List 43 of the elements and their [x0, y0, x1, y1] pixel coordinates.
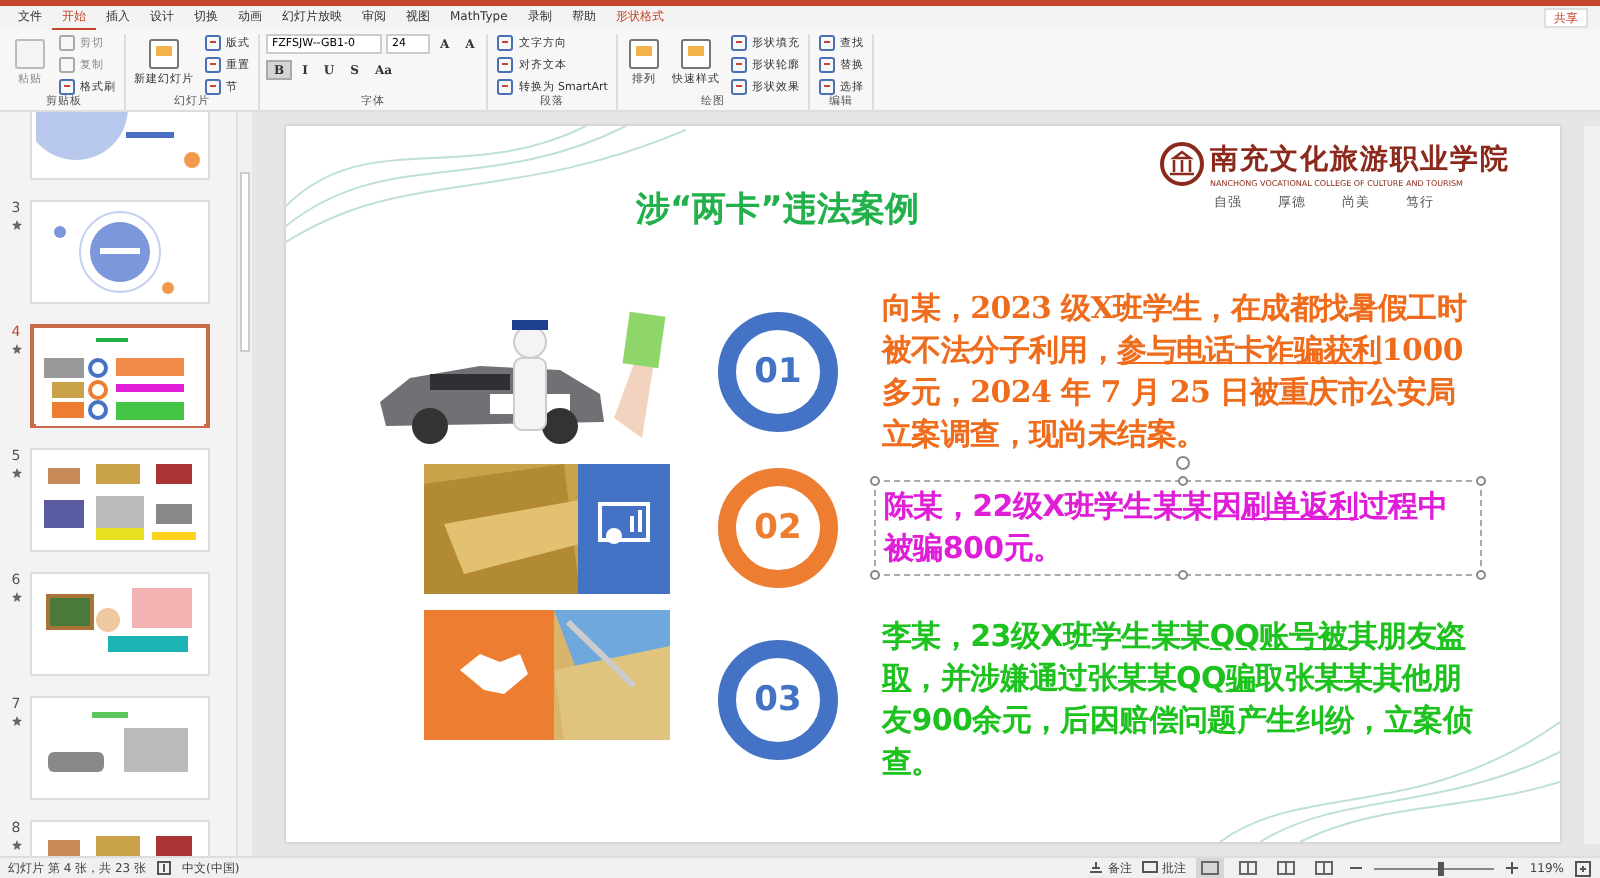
tool-icon: [496, 56, 515, 74]
zoom-in-icon[interactable]: [1503, 860, 1520, 876]
tool-icon: [817, 78, 836, 96]
scrollbar[interactable]: [236, 112, 252, 856]
resize-handle[interactable]: [870, 570, 880, 580]
case-number: 03: [754, 680, 802, 720]
tool-icon: [58, 78, 76, 96]
document-icon: [12, 36, 48, 72]
resize-handle[interactable]: [1476, 570, 1486, 580]
view-icon[interactable]: [1309, 858, 1338, 878]
document-icon: [677, 36, 714, 72]
document-icon: [625, 36, 662, 72]
tool-icon: [496, 78, 515, 96]
tool-icon: [204, 34, 222, 52]
slider-thumb[interactable]: [1437, 861, 1444, 875]
tool-icon: [729, 78, 748, 96]
tool-icon: [729, 34, 748, 52]
tool-icon: [729, 56, 748, 74]
case-number: 02: [754, 508, 802, 548]
comment-icon: [1141, 860, 1158, 876]
fit-to-window-icon[interactable]: [1574, 859, 1592, 877]
tool-icon: [496, 34, 515, 52]
case-text: 向某，2023 级X班学生，在成都找暑假工时被不法分子利用，参与电话卡诈骗获利1000 多元，2024 年 7 月 25 日被重庆市公安局立案调查，现尚未结案。: [882, 288, 1469, 456]
view-icon[interactable]: [1195, 858, 1224, 878]
case-number: 01: [754, 352, 802, 392]
college-name: 南充文化旅游职业学院: [1210, 142, 1510, 178]
tool-icon: [204, 56, 222, 74]
emblem-icon: [1160, 142, 1204, 186]
view-icon[interactable]: [1233, 858, 1262, 878]
view-icon[interactable]: [1271, 858, 1300, 878]
tool-icon: [817, 56, 836, 74]
resize-handle[interactable]: [1178, 570, 1188, 580]
slide-title: 涉“两卡”违法案例: [636, 188, 919, 232]
rotate-handle[interactable]: [1176, 456, 1190, 470]
notes-icon: [1087, 860, 1104, 876]
tool-icon: [204, 78, 222, 96]
resize-handle[interactable]: [1178, 476, 1188, 486]
case-text: 陈某，22级X班学生某某因刷单返利过程中被骗800元。: [884, 486, 1449, 570]
tool-icon: [817, 34, 836, 52]
document-icon: [146, 36, 182, 72]
resize-handle[interactable]: [870, 476, 880, 486]
case-text: 李某，23级X班学生某某QQ账号被其朋友盗取，并涉嫌通过张某某QQ骗取张某某其他朋友900余元，后因赔偿问题产生纠纷，立案侦查。: [882, 616, 1475, 784]
resize-handle[interactable]: [1476, 476, 1486, 486]
